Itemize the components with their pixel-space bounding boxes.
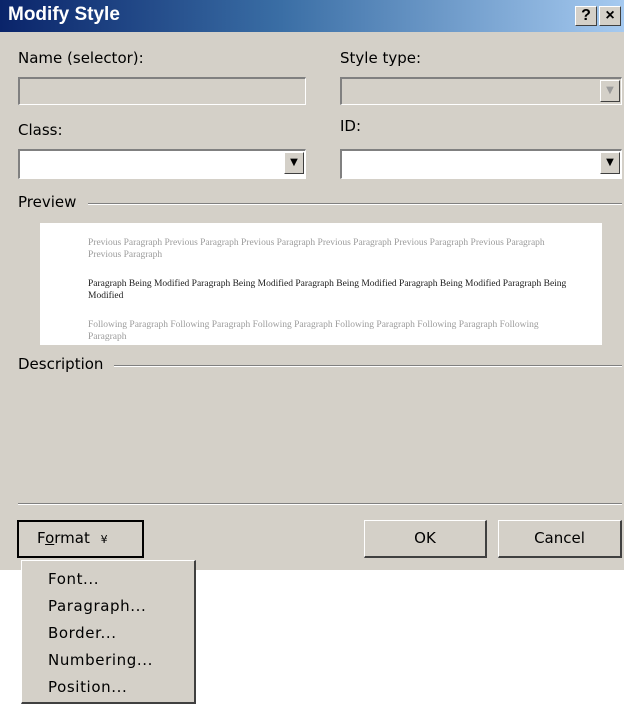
help-button[interactable]: ? <box>575 6 597 26</box>
description-divider <box>114 365 622 367</box>
chevron-down-icon: ▼ <box>606 85 614 96</box>
modify-style-dialog: Modify Style ? × Name (selector): Style … <box>0 0 624 570</box>
style-type-select: ▼ <box>340 77 622 105</box>
preview-pane: Previous Paragraph Previous Paragraph Pr… <box>40 223 602 345</box>
description-label: Description <box>18 355 104 373</box>
format-button-label: Format <box>37 529 90 547</box>
ok-button[interactable]: OK <box>364 520 487 558</box>
name-selector-field <box>18 77 306 105</box>
class-label: Class: <box>18 121 63 139</box>
preview-following-paragraph: Following Paragraph Following Paragraph … <box>88 320 539 342</box>
close-icon: × <box>605 7 615 24</box>
menu-item-paragraph[interactable]: Paragraph... <box>48 597 146 615</box>
style-type-dropdown-button: ▼ <box>600 80 620 102</box>
menu-item-numbering[interactable]: Numbering... <box>48 651 153 669</box>
class-select[interactable]: ▼ <box>18 149 306 179</box>
name-selector-label: Name (selector): <box>18 49 144 67</box>
id-select[interactable]: ▼ <box>340 149 622 179</box>
preview-divider <box>88 203 622 205</box>
preview-modified-paragraph: Paragraph Being Modified Paragraph Being… <box>88 279 567 301</box>
close-button[interactable]: × <box>599 6 621 26</box>
id-label: ID: <box>340 117 362 135</box>
bottom-separator <box>18 503 622 505</box>
format-arrow-icon: ¥ <box>100 533 108 546</box>
dialog-title: Modify Style <box>8 4 120 25</box>
menu-item-font[interactable]: Font... <box>48 570 99 588</box>
preview-previous-paragraph: Previous Paragraph Previous Paragraph Pr… <box>88 238 545 260</box>
class-dropdown-button[interactable]: ▼ <box>284 152 304 174</box>
chevron-down-icon: ▼ <box>290 157 298 168</box>
format-button[interactable]: Format ¥ <box>17 520 144 558</box>
cancel-button[interactable]: Cancel <box>498 520 622 558</box>
format-menu: Font... Paragraph... Border... Numbering… <box>21 560 196 704</box>
menu-item-border[interactable]: Border... <box>48 624 117 642</box>
style-type-label: Style type: <box>340 49 422 67</box>
preview-label: Preview <box>18 193 77 211</box>
title-bar[interactable]: Modify Style ? × <box>0 0 624 32</box>
description-text <box>18 380 608 490</box>
id-dropdown-button[interactable]: ▼ <box>600 152 620 174</box>
chevron-down-icon: ▼ <box>606 157 614 168</box>
help-icon: ? <box>581 7 591 24</box>
menu-item-position[interactable]: Position... <box>48 678 127 696</box>
